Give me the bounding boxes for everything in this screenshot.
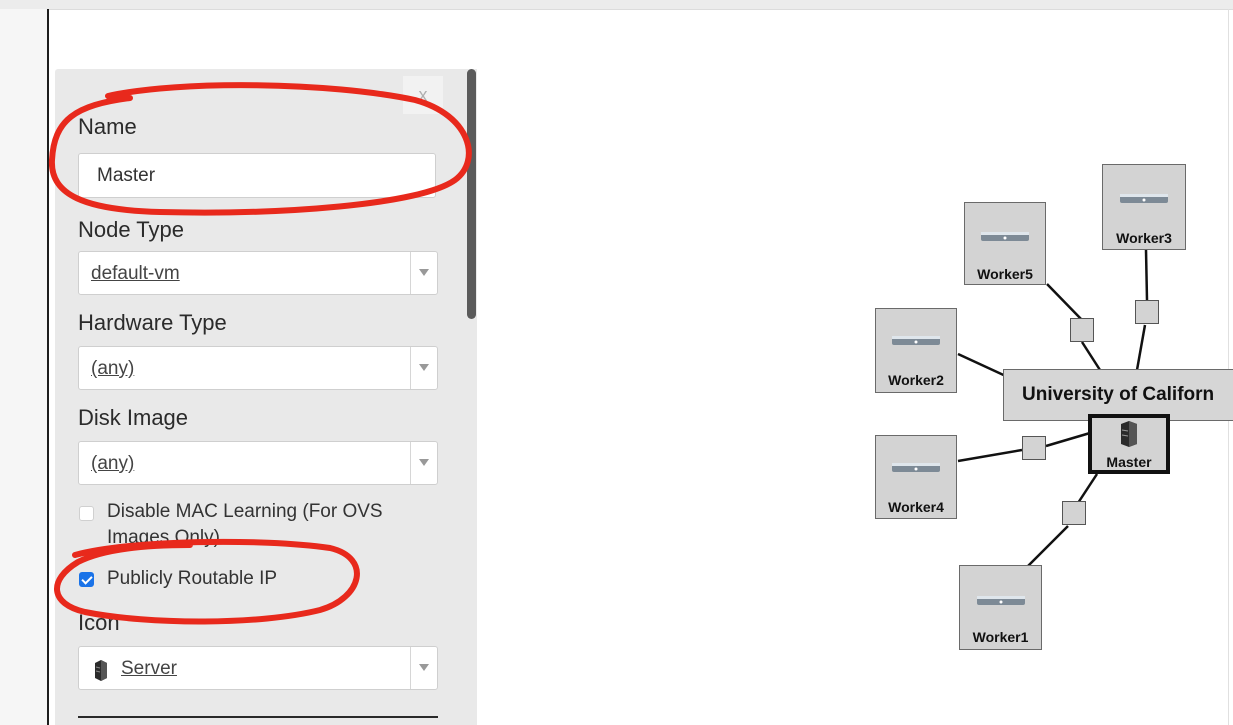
server-icon xyxy=(1121,421,1137,447)
site-label: University of Californ xyxy=(1022,384,1215,405)
node-label: Worker1 xyxy=(972,629,1029,645)
node-label: Master xyxy=(1106,454,1152,470)
interface-box[interactable] xyxy=(1062,501,1086,525)
node-master[interactable]: Master xyxy=(1088,414,1170,474)
node-worker3[interactable]: Worker3 xyxy=(1102,164,1186,250)
node-label: Worker2 xyxy=(888,372,944,388)
router-icon xyxy=(981,232,1029,241)
interface-box[interactable] xyxy=(1070,318,1094,342)
topology-links xyxy=(957,249,1149,567)
node-worker5[interactable]: Worker5 xyxy=(964,202,1046,285)
node-worker2[interactable]: Worker2 xyxy=(875,308,957,393)
interface-box[interactable] xyxy=(1135,300,1159,324)
node-label: Worker3 xyxy=(1116,230,1172,246)
interface-box[interactable] xyxy=(1022,436,1046,460)
node-worker4[interactable]: Worker4 xyxy=(875,435,957,519)
router-icon xyxy=(892,336,940,345)
node-worker1[interactable]: Worker1 xyxy=(959,565,1042,650)
node-label: Worker5 xyxy=(977,266,1033,282)
router-icon xyxy=(1120,194,1168,203)
router-icon xyxy=(977,596,1025,605)
node-label: Worker4 xyxy=(888,499,944,515)
router-icon xyxy=(892,463,940,472)
